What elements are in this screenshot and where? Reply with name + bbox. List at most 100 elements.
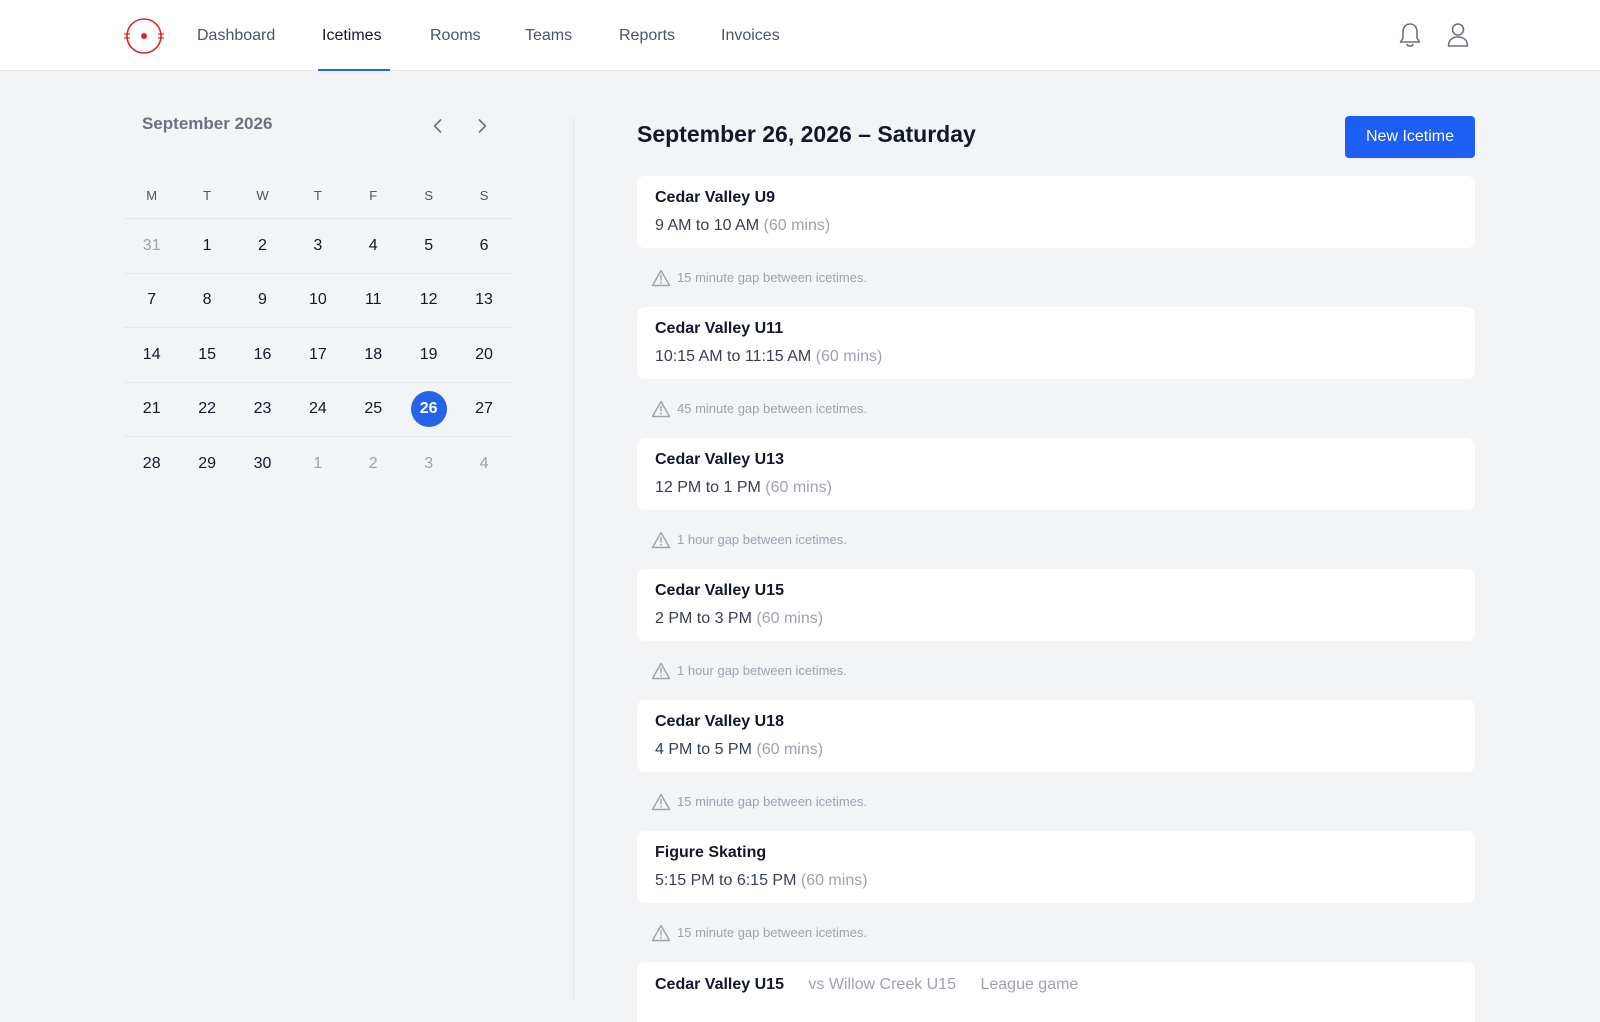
calendar-day[interactable]: 1	[179, 228, 234, 264]
nav-teams[interactable]: Teams	[525, 0, 572, 71]
icetime-duration: (60 mins)	[765, 479, 832, 496]
icetime-card[interactable]: Cedar Valley U13 12 PM to 1 PM (60 mins)	[637, 438, 1475, 510]
icetime-card[interactable]: Cedar Valley U18 4 PM to 5 PM (60 mins)	[637, 700, 1475, 772]
calendar-day[interactable]: 27	[456, 391, 511, 427]
calendar-day[interactable]: 14	[124, 337, 179, 373]
weekday-label: S	[424, 187, 433, 203]
icetime-time: 2 PM to 3 PM (60 mins)	[655, 609, 1457, 629]
calendar-day[interactable]: 15	[179, 337, 234, 373]
calendar-day[interactable]: 17	[290, 337, 345, 373]
calendar-day[interactable]: 10	[290, 282, 345, 318]
calendar-day[interactable]: 16	[235, 337, 290, 373]
icetime-card[interactable]: Cedar Valley U15 vs Willow Creek U15 Lea…	[637, 962, 1475, 1022]
icetime-title: Cedar Valley U18	[655, 713, 784, 730]
calendar-day-outside[interactable]: 1	[290, 446, 345, 482]
icetime-card[interactable]: Figure Skating 5:15 PM to 6:15 PM (60 mi…	[637, 831, 1475, 903]
calendar-day[interactable]: 24	[290, 391, 345, 427]
calendar-day[interactable]: 29	[179, 446, 234, 482]
icetime-title: Figure Skating	[655, 844, 767, 861]
weekday-label: M	[146, 187, 158, 203]
top-navbar: Dashboard Icetimes Rooms Teams Reports I…	[0, 0, 1600, 71]
calendar-day[interactable]: 25	[346, 391, 401, 427]
icetime-card[interactable]: Cedar Valley U11 10:15 AM to 11:15 AM (6…	[637, 307, 1475, 379]
gap-text: 1 hour gap between icetimes.	[677, 663, 847, 678]
calendar-day[interactable]: 21	[124, 391, 179, 427]
calendar-day[interactable]: 5	[401, 228, 456, 264]
icetime-title: Cedar Valley U11	[655, 320, 784, 337]
calendar-day[interactable]: 6	[456, 228, 511, 264]
calendar-day[interactable]: 7	[124, 282, 179, 318]
icetime-time: 5:15 PM to 6:15 PM (60 mins)	[655, 871, 1457, 891]
warning-icon	[651, 924, 671, 941]
calendar-day[interactable]: 13	[456, 282, 511, 318]
calendar-day[interactable]: 11	[346, 282, 401, 318]
icetime-list: Cedar Valley U9 9 AM to 10 AM (60 mins) …	[637, 176, 1475, 1022]
calendar-day[interactable]: 12	[401, 282, 456, 318]
chevron-right-icon[interactable]	[472, 116, 492, 136]
icetime-time: 9 AM to 10 AM (60 mins)	[655, 216, 1457, 236]
calendar-weekday-header: M T W T F S S	[124, 172, 512, 218]
calendar-day-selected[interactable]: 26	[401, 391, 456, 428]
gap-notice: 15 minute gap between icetimes.	[637, 248, 1475, 307]
calendar-day[interactable]: 8	[179, 282, 234, 318]
gap-text: 1 hour gap between icetimes.	[677, 532, 847, 547]
calendar-week: 14 15 16 17 18 19 20	[124, 327, 512, 382]
icetime-card[interactable]: Cedar Valley U15 2 PM to 3 PM (60 mins)	[637, 569, 1475, 641]
new-icetime-button[interactable]: New Icetime	[1345, 116, 1475, 158]
gap-text: 15 minute gap between icetimes.	[677, 270, 868, 285]
weekday-label: T	[203, 187, 212, 203]
calendar-day-outside[interactable]: 4	[456, 446, 511, 482]
gap-text: 15 minute gap between icetimes.	[677, 794, 868, 809]
icetime-duration: (60 mins)	[763, 217, 831, 234]
user-icon[interactable]	[1444, 20, 1472, 50]
weekday-label: S	[479, 187, 489, 203]
selected-day-label: 26	[410, 391, 447, 428]
icetime-duration: (60 mins)	[800, 872, 868, 889]
calendar-day[interactable]: 2	[235, 228, 290, 264]
icetime-title: Cedar Valley U9	[655, 189, 776, 206]
panel-divider	[573, 117, 574, 1000]
calendar-day[interactable]: 4	[346, 228, 401, 264]
calendar-day[interactable]: 18	[346, 337, 401, 373]
nav-invoices[interactable]: Invoices	[721, 0, 780, 71]
icetime-time: 10:15 AM to 11:15 AM (60 mins)	[655, 347, 1457, 367]
warning-icon	[651, 531, 671, 548]
icetime-duration: (60 mins)	[815, 348, 883, 365]
warning-icon	[651, 662, 671, 679]
weekday-label: F	[369, 187, 378, 203]
icetime-duration: (60 mins)	[756, 741, 824, 758]
calendar-day[interactable]: 28	[124, 446, 179, 482]
icetime-opponent: vs Willow Creek U15	[808, 976, 957, 993]
icetime-card[interactable]: Cedar Valley U9 9 AM to 10 AM (60 mins)	[637, 176, 1475, 248]
logo-icon[interactable]	[124, 17, 164, 55]
calendar-week: 7 8 9 10 11 12 13	[124, 272, 512, 328]
gap-notice: 1 hour gap between icetimes.	[637, 641, 1475, 700]
icetime-time: 4 PM to 5 PM (60 mins)	[655, 740, 1457, 760]
gap-text: 45 minute gap between icetimes.	[677, 401, 868, 416]
calendar-day[interactable]: 22	[179, 391, 234, 427]
calendar-day[interactable]: 20	[456, 337, 511, 373]
icetime-title: Cedar Valley U15	[655, 976, 784, 993]
warning-icon	[651, 269, 671, 286]
bell-icon[interactable]	[1396, 20, 1424, 50]
nav-dashboard[interactable]: Dashboard	[197, 0, 275, 71]
calendar-day[interactable]: 23	[235, 391, 290, 427]
calendar-grid: M T W T F S S 31 1 2 3 4 5 6 7 8 9 10 11…	[124, 172, 512, 491]
gap-notice: 1 hour gap between icetimes.	[637, 510, 1475, 569]
calendar-day[interactable]: 19	[401, 337, 456, 373]
calendar-day[interactable]: 3	[290, 228, 345, 264]
calendar-day-outside[interactable]: 3	[401, 446, 456, 482]
calendar-day[interactable]: 9	[235, 282, 290, 318]
gap-notice: 15 minute gap between icetimes.	[637, 772, 1475, 831]
calendar-day-outside[interactable]: 2	[346, 446, 401, 482]
calendar-day-outside[interactable]: 31	[124, 228, 179, 264]
chevron-left-icon[interactable]	[428, 116, 448, 136]
nav-icetimes[interactable]: Icetimes	[322, 0, 382, 71]
nav-reports[interactable]: Reports	[619, 0, 675, 71]
gap-text: 15 minute gap between icetimes.	[677, 925, 868, 940]
icetime-time: 12 PM to 1 PM (60 mins)	[655, 478, 1457, 498]
icetime-duration: (60 mins)	[756, 610, 824, 627]
calendar-week: 31 1 2 3 4 5 6	[124, 218, 512, 273]
nav-rooms[interactable]: Rooms	[430, 0, 481, 71]
calendar-day[interactable]: 30	[235, 446, 290, 482]
